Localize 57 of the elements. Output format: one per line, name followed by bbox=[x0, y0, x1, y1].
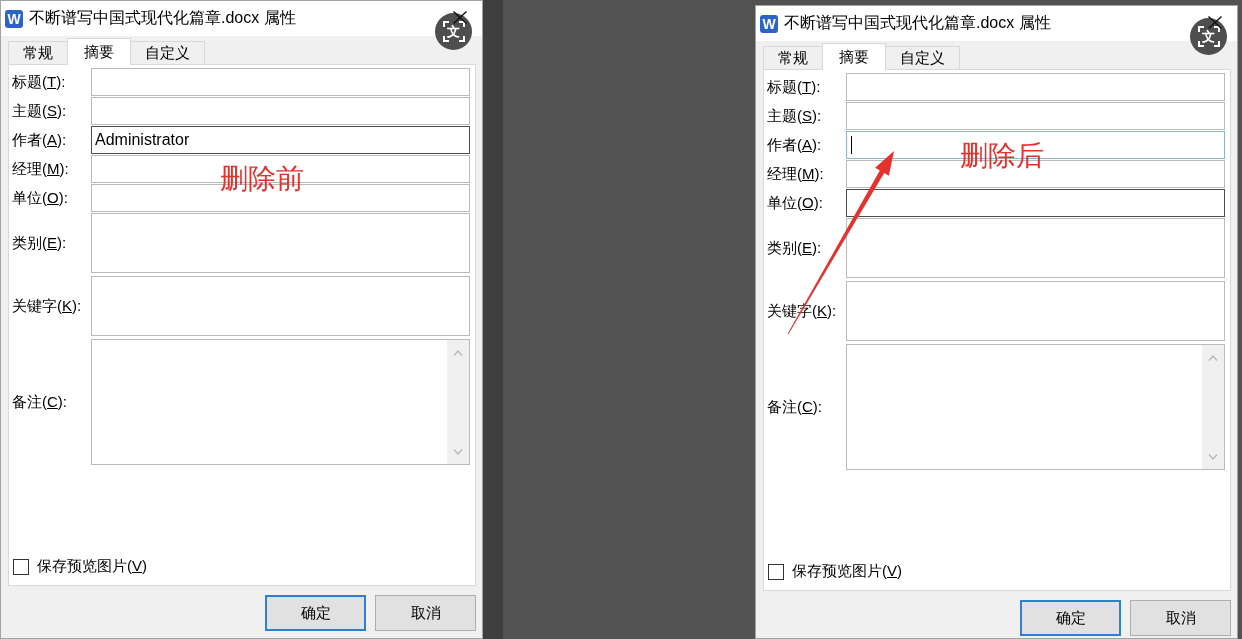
text-area[interactable] bbox=[846, 344, 1225, 470]
chevron-up-icon bbox=[453, 350, 463, 356]
dialog-button[interactable]: 取消 bbox=[1130, 600, 1231, 636]
dialog-button[interactable]: 确定 bbox=[1020, 600, 1121, 636]
input-field[interactable] bbox=[846, 102, 1225, 130]
dialog-button[interactable]: 确定 bbox=[265, 595, 366, 631]
input-field[interactable] bbox=[91, 68, 470, 96]
dialog-button[interactable]: 取消 bbox=[375, 595, 476, 631]
window-title: 不断谱写中国式现代化篇章.docx 属性 bbox=[784, 13, 1051, 33]
close-icon bbox=[453, 11, 467, 24]
close-icon bbox=[1208, 16, 1222, 29]
input-field[interactable] bbox=[846, 73, 1225, 101]
checkbox[interactable] bbox=[13, 558, 29, 575]
checkbox-label[interactable]: 保存预览图片(V) bbox=[37, 557, 147, 576]
field-label: 主题(S): bbox=[767, 106, 823, 126]
tab[interactable]: 常规 bbox=[8, 41, 68, 64]
field-label: 作者(A): bbox=[12, 130, 68, 150]
field-label: 标题(T): bbox=[12, 72, 67, 92]
scrollbar[interactable] bbox=[1202, 345, 1224, 469]
field-label: 备注(C): bbox=[767, 397, 823, 417]
tab[interactable]: 自定义 bbox=[130, 41, 205, 64]
field-label: 关键字(K): bbox=[12, 296, 83, 316]
annotation-text: 删除前 bbox=[220, 165, 304, 193]
field-label: 经理(M): bbox=[767, 164, 825, 184]
text-cursor bbox=[851, 136, 852, 154]
tab[interactable]: 自定义 bbox=[885, 46, 960, 69]
field-label: 单位(O): bbox=[12, 188, 69, 208]
close-button[interactable] bbox=[453, 11, 467, 24]
annotation-text: 删除后 bbox=[960, 142, 1044, 170]
checkbox[interactable] bbox=[768, 563, 784, 580]
chevron-down-icon bbox=[453, 449, 463, 455]
field-label: 类别(E): bbox=[12, 233, 68, 253]
field-label: 标题(T): bbox=[767, 77, 822, 97]
field-label: 主题(S): bbox=[12, 101, 68, 121]
input-field[interactable] bbox=[846, 189, 1225, 217]
checkbox-label[interactable]: 保存预览图片(V) bbox=[792, 562, 902, 581]
text-area[interactable] bbox=[91, 276, 470, 336]
close-button[interactable] bbox=[1208, 16, 1222, 29]
chevron-down-icon bbox=[1208, 454, 1218, 460]
tab[interactable]: 摘要 bbox=[67, 38, 131, 65]
tab[interactable]: 常规 bbox=[763, 46, 823, 69]
field-label: 备注(C): bbox=[12, 392, 68, 412]
chevron-up-icon bbox=[1208, 355, 1218, 361]
app-logo: W bbox=[5, 9, 23, 28]
tab[interactable]: 摘要 bbox=[822, 43, 886, 70]
input-field[interactable]: Administrator bbox=[91, 126, 470, 154]
app-logo: W bbox=[760, 14, 778, 33]
field-label: 单位(O): bbox=[767, 193, 824, 213]
field-label: 作者(A): bbox=[767, 135, 823, 155]
text-area[interactable] bbox=[846, 281, 1225, 341]
field-label: 类别(E): bbox=[767, 238, 823, 258]
field-label: 经理(M): bbox=[12, 159, 70, 179]
window-title: 不断谱写中国式现代化篇章.docx 属性 bbox=[29, 8, 296, 28]
input-field[interactable] bbox=[91, 97, 470, 125]
text-area[interactable] bbox=[91, 213, 470, 273]
text-area[interactable] bbox=[91, 339, 470, 465]
scrollbar[interactable] bbox=[447, 340, 469, 464]
